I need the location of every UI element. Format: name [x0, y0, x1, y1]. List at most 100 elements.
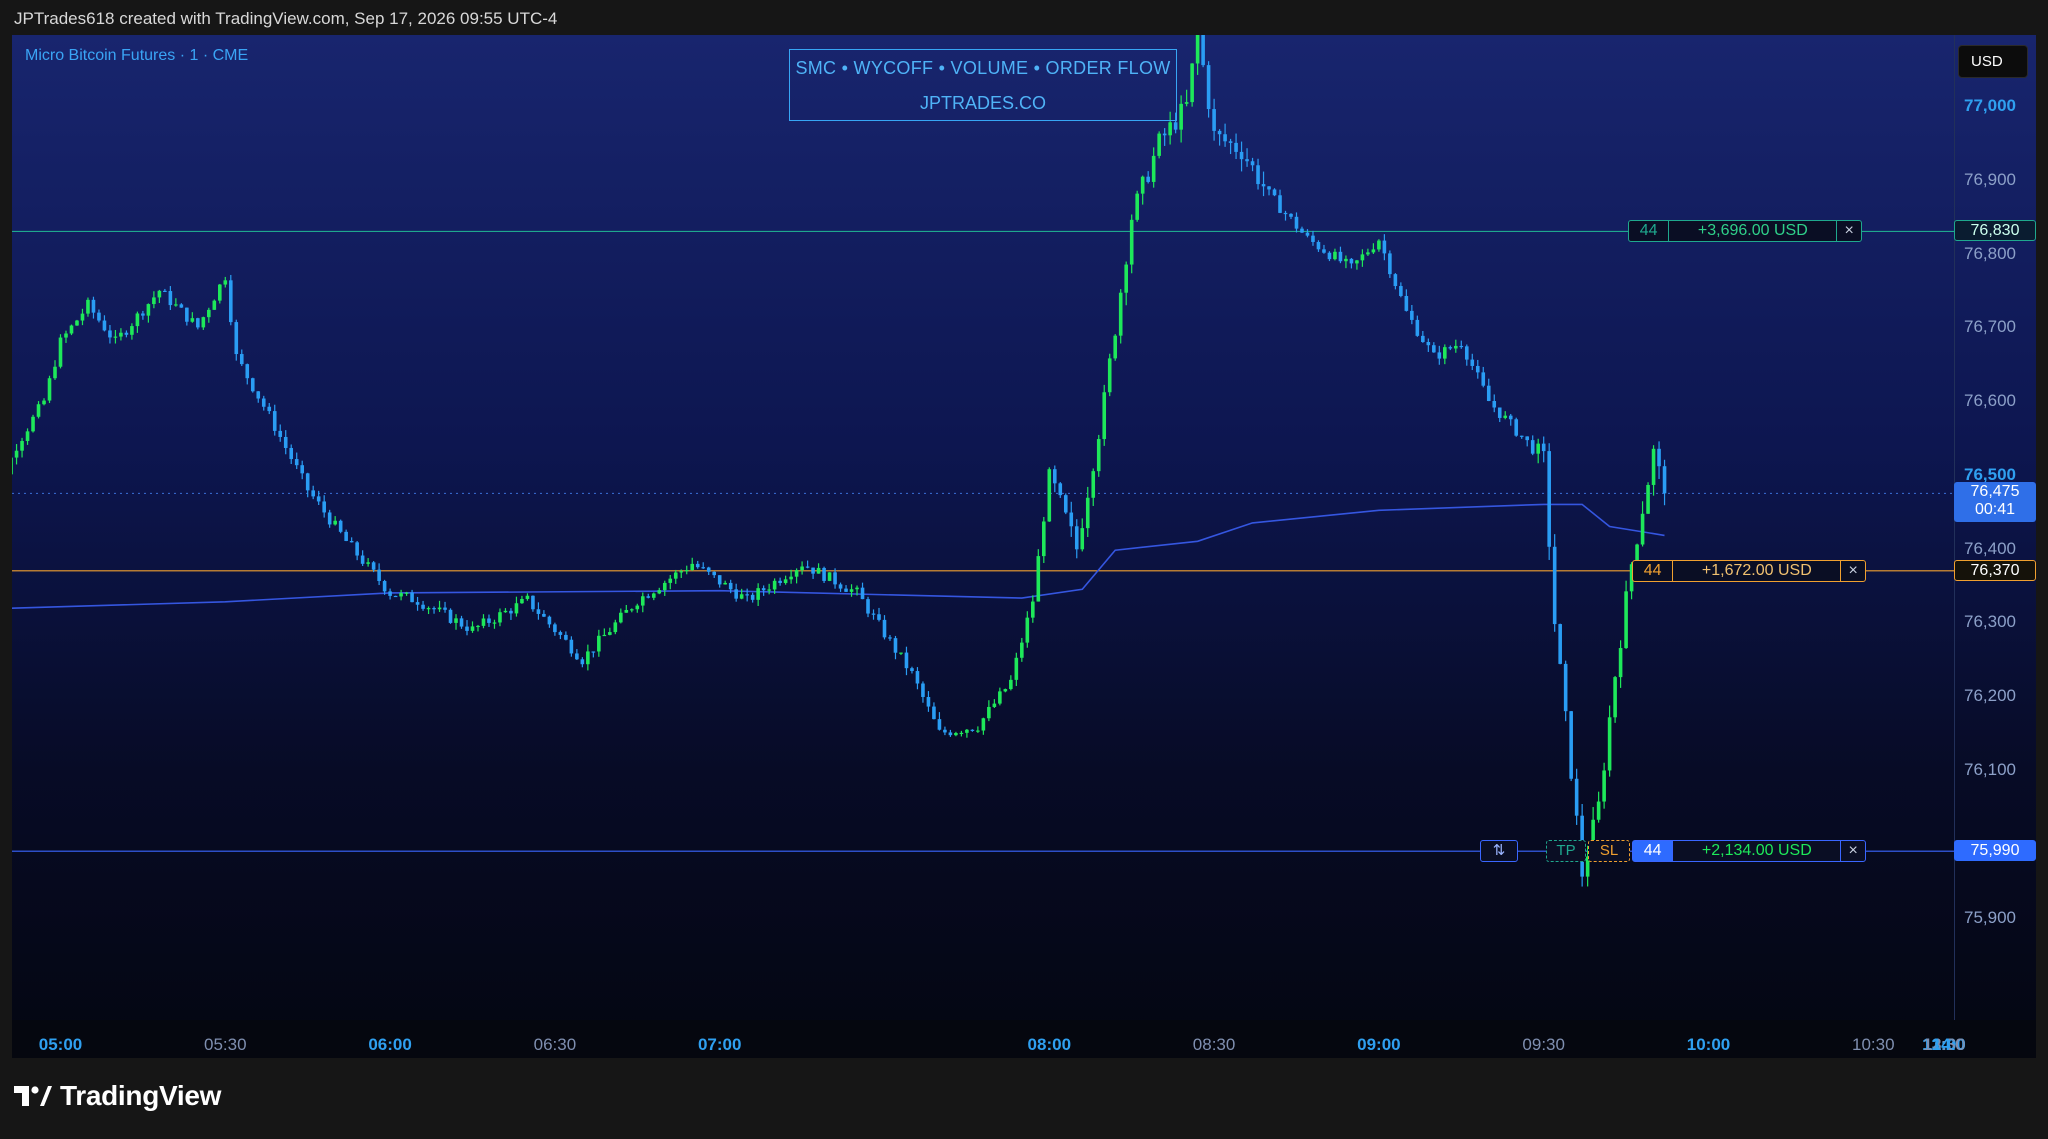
- candle-bullish: [783, 575, 788, 585]
- time-tick-label: 09:00: [1357, 1035, 1401, 1054]
- candle-body: [998, 691, 1002, 704]
- tradingview-brand[interactable]: TradingView: [14, 1080, 221, 1112]
- candle-body: [602, 634, 607, 637]
- candle-bullish: [976, 726, 980, 733]
- candle-body: [794, 570, 799, 577]
- candle-body: [816, 567, 821, 574]
- candle-bullish: [1344, 255, 1348, 269]
- time-axis[interactable]: [12, 1020, 2036, 1058]
- candle-bearish: [432, 606, 436, 614]
- candle-bullish: [597, 629, 601, 657]
- candle-bearish: [102, 315, 107, 332]
- price-chart[interactable]: [12, 35, 2036, 1020]
- candle-body: [1607, 717, 1612, 771]
- candle-bullish: [723, 580, 727, 585]
- candle-bearish: [487, 614, 491, 627]
- candle-bearish: [141, 310, 145, 320]
- symbol-title[interactable]: Micro Bitcoin Futures · 1 · CME: [25, 47, 248, 65]
- candle-body: [349, 540, 354, 543]
- candle-bearish: [564, 631, 568, 641]
- candle-bearish: [1541, 436, 1546, 463]
- candle-body: [1047, 469, 1052, 522]
- candle-body: [827, 572, 832, 581]
- candle-bullish: [476, 624, 480, 632]
- candle-body: [344, 531, 348, 541]
- candle-body: [1497, 407, 1502, 418]
- candle-bearish: [311, 485, 315, 500]
- candle-body: [569, 639, 574, 654]
- candle-bullish: [756, 583, 760, 606]
- chart-attribution: JPTrades618 created with TradingView.com…: [14, 9, 558, 28]
- candle-body: [1250, 161, 1255, 166]
- candle-bearish: [1278, 189, 1282, 214]
- watermark-line-2: JPTRADES.CO: [919, 93, 1047, 113]
- candle-bullish: [437, 600, 442, 612]
- candle-bearish: [1464, 344, 1469, 366]
- time-tick-label: 06:00: [368, 1035, 412, 1054]
- candle-body: [1239, 151, 1244, 160]
- candle-body: [75, 320, 79, 326]
- candle-body: [948, 732, 953, 736]
- candle-bearish: [278, 424, 283, 442]
- take-profit-button[interactable]: TP: [1546, 840, 1586, 863]
- candle-body: [981, 718, 986, 731]
- candle-bearish: [1563, 660, 1568, 722]
- candle-body: [141, 313, 145, 316]
- candle-bearish: [877, 607, 881, 622]
- candle-body: [1574, 778, 1579, 816]
- candle-body: [838, 584, 843, 589]
- candle-body: [196, 318, 200, 328]
- candle-bullish: [86, 297, 90, 317]
- close-order-icon[interactable]: ×: [1841, 841, 1865, 861]
- candle-body: [212, 300, 217, 310]
- candle-bullish: [207, 307, 211, 323]
- candle-body: [1355, 260, 1359, 264]
- candle-bearish: [393, 595, 398, 598]
- order-quantity[interactable]: 44: [1629, 221, 1670, 242]
- currency-button[interactable]: USD: [1958, 45, 2028, 78]
- candle-bullish: [75, 319, 79, 326]
- candle-body: [1388, 253, 1392, 275]
- candle-bearish: [338, 519, 343, 534]
- candle-bearish: [910, 666, 914, 674]
- watermark-box: SMC • WYCOFF • VOLUME • ORDER FLOW JPTRA…: [789, 49, 1177, 121]
- candle-body: [223, 280, 228, 285]
- take-profit-order-widget[interactable]: 44 +3,696.00 USD ×: [1628, 220, 1862, 243]
- candle-body: [943, 729, 947, 733]
- candle-bearish: [267, 403, 272, 415]
- candle-bearish: [1399, 282, 1403, 298]
- candle-bearish: [349, 537, 354, 543]
- close-order-icon[interactable]: ×: [1837, 221, 1861, 241]
- candle-body: [1129, 219, 1134, 265]
- candle-body: [1157, 133, 1161, 156]
- order-quantity[interactable]: 44: [1633, 841, 1674, 862]
- candle-bullish: [981, 717, 986, 735]
- candle-body: [1459, 345, 1464, 348]
- candle-bearish: [355, 541, 359, 561]
- candle-bullish: [1371, 243, 1376, 254]
- candle-bearish: [695, 560, 700, 569]
- stop-loss-button[interactable]: SL: [1588, 840, 1630, 863]
- chart-panel[interactable]: Micro Bitcoin Futures · 1 · CME SMC • WY…: [12, 35, 2036, 1058]
- candle-bearish: [1486, 378, 1491, 402]
- reverse-position-button[interactable]: ⇅: [1480, 840, 1518, 863]
- entry-order-widget[interactable]: 44 +1,672.00 USD ×: [1632, 559, 1866, 582]
- close-order-icon[interactable]: ×: [1841, 561, 1865, 581]
- candle-body: [1036, 556, 1041, 602]
- candle-bearish: [1267, 186, 1271, 196]
- candle-body: [108, 330, 112, 338]
- stop-loss-order-widget[interactable]: 44 +2,134.00 USD ×: [1632, 840, 1866, 863]
- candle-bearish: [745, 588, 749, 602]
- candle-bullish: [69, 324, 74, 336]
- candle-bearish: [261, 395, 266, 411]
- order-quantity[interactable]: 44: [1633, 560, 1674, 581]
- candle-bullish: [899, 652, 903, 655]
- candle-bearish: [185, 307, 189, 326]
- candle-bearish: [168, 286, 173, 311]
- candle-body: [174, 304, 178, 306]
- candle-bearish: [97, 309, 101, 323]
- candle-bullish: [152, 291, 156, 309]
- candle-bearish: [108, 325, 112, 344]
- price-axis-separator: [1954, 35, 1955, 1020]
- candle-bullish: [959, 730, 964, 737]
